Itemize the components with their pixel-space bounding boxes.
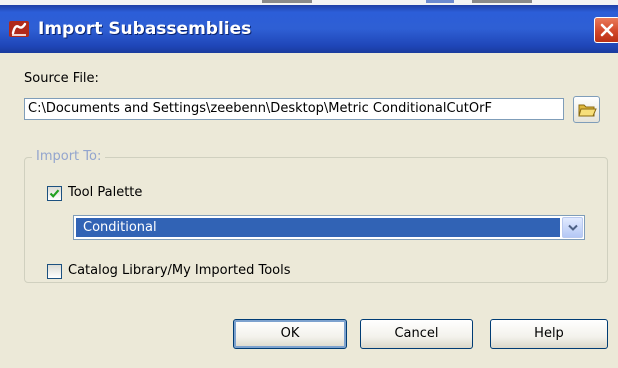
tool-palette-checkbox[interactable]	[47, 186, 62, 201]
cancel-button[interactable]: Cancel	[360, 319, 473, 349]
dialog-client-area: Source File: C:\Documents and Settings\z…	[0, 53, 618, 368]
close-icon	[600, 23, 614, 37]
browse-button[interactable]	[573, 96, 600, 123]
ok-button[interactable]: OK	[233, 319, 347, 349]
folder-open-icon	[578, 104, 597, 117]
import-subassemblies-dialog: Import Subassemblies Source File: C:\Doc…	[0, 5, 618, 368]
catalog-library-checkbox[interactable]	[47, 264, 62, 279]
source-file-label: Source File:	[24, 71, 99, 86]
dropdown-button[interactable]	[562, 217, 583, 238]
import-to-label: Import To:	[32, 149, 106, 164]
source-file-input[interactable]: C:\Documents and Settings\zeebenn\Deskto…	[24, 98, 564, 120]
chevron-down-icon	[568, 224, 578, 231]
catalog-library-label[interactable]: Catalog Library/My Imported Tools	[68, 263, 291, 278]
help-button[interactable]: Help	[490, 319, 608, 349]
checkmark-icon	[49, 189, 60, 198]
civil-app-icon	[8, 19, 30, 39]
dialog-title: Import Subassemblies	[38, 19, 252, 39]
tool-palette-dropdown[interactable]: Conditional	[73, 215, 585, 240]
title-bar[interactable]: Import Subassemblies	[0, 5, 618, 53]
tool-palette-label[interactable]: Tool Palette	[68, 185, 142, 200]
close-button[interactable]	[594, 17, 618, 43]
tool-palette-selected-value[interactable]: Conditional	[76, 218, 560, 237]
